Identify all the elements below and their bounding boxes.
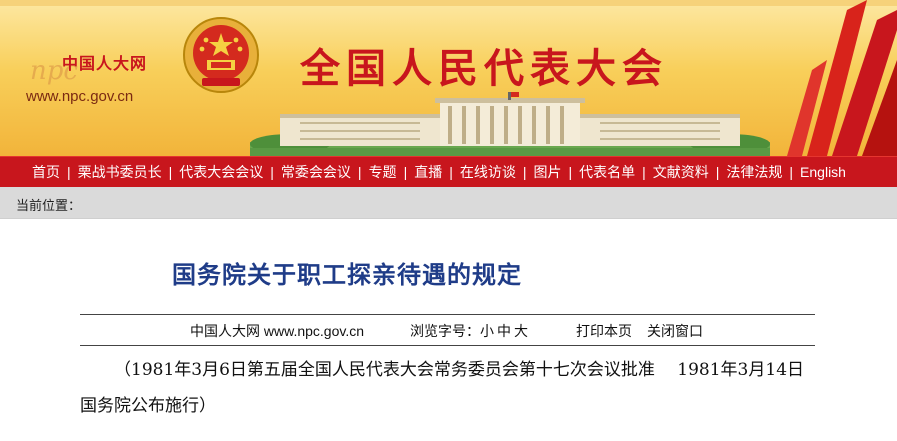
- article-body: （1981年3月6日第五届全国人民代表大会常务委员会第十七次会议批准 1981年…: [80, 360, 805, 416]
- close-window-link[interactable]: 关闭窗口: [647, 321, 703, 341]
- red-flags-decoration: [787, 0, 897, 156]
- breadcrumb-bar: 当前位置：: [0, 187, 897, 219]
- nav-separator: |: [449, 164, 453, 180]
- nav-separator: |: [270, 164, 274, 180]
- nav-item-pictures[interactable]: 图片: [533, 162, 561, 182]
- breadcrumb-label: 当前位置：: [16, 198, 82, 213]
- nav-item-standing-committee[interactable]: 常委会会议: [281, 162, 351, 182]
- great-hall-illustration: [250, 92, 770, 156]
- nav-item-topics[interactable]: 专题: [369, 162, 397, 182]
- print-page-link[interactable]: 打印本页: [576, 321, 632, 341]
- nav-separator: |: [357, 164, 362, 180]
- article-toolbar: 中国人大网 www.npc.gov.cn 浏览字号： 小 中 大 打印本页 关闭…: [0, 321, 897, 341]
- nav-item-live[interactable]: 直播: [414, 162, 442, 182]
- main-nav: 首页 | 栗战书委员长 | 代表大会会议 | 常委会会议 | 专题 | 直播 | 在线访谈 |…: [0, 156, 897, 187]
- site-url: www.npc.gov.cn: [26, 88, 134, 105]
- banner-top-line: [0, 0, 897, 6]
- nav-item-congress-sessions[interactable]: 代表大会会议: [179, 162, 263, 182]
- site-logo-text[interactable]: 中国人大网: [62, 50, 147, 74]
- national-emblem-icon: [183, 17, 259, 93]
- nav-separator: |: [715, 164, 720, 180]
- nav-item-home[interactable]: 首页: [32, 162, 60, 182]
- nav-item-english[interactable]: English: [800, 164, 846, 180]
- nav-separator: |: [522, 164, 527, 180]
- site-banner: npc 中国人大网 www.npc.gov.cn 全国人民代表大会: [0, 0, 897, 156]
- nav-item-deputies[interactable]: 代表名单: [579, 162, 635, 182]
- nav-item-chairman[interactable]: 栗战书委员长: [78, 162, 162, 182]
- nav-separator: |: [168, 164, 173, 180]
- nav-separator: |: [67, 164, 71, 180]
- divider-bottom: [80, 345, 815, 346]
- nav-separator: |: [789, 164, 794, 180]
- nav-item-laws[interactable]: 法律法规: [726, 162, 782, 182]
- nav-item-documents[interactable]: 文献资料: [653, 162, 709, 182]
- nav-separator: |: [403, 164, 408, 180]
- article-title: 国务院关于职工探亲待遇的规定: [172, 260, 522, 289]
- font-size-medium-link[interactable]: 中: [497, 321, 511, 341]
- nav-separator: |: [642, 164, 646, 180]
- divider-top: [80, 314, 815, 315]
- font-size-label: 浏览字号：: [410, 323, 480, 339]
- nav-separator: |: [568, 164, 573, 180]
- site-title: 全国人民代表大会: [300, 45, 668, 92]
- article-source: 中国人大网 www.npc.gov.cn: [190, 323, 365, 339]
- font-size-large-link[interactable]: 大: [514, 321, 528, 341]
- nav-item-interviews[interactable]: 在线访谈: [460, 162, 516, 182]
- font-size-small-link[interactable]: 小: [480, 321, 494, 341]
